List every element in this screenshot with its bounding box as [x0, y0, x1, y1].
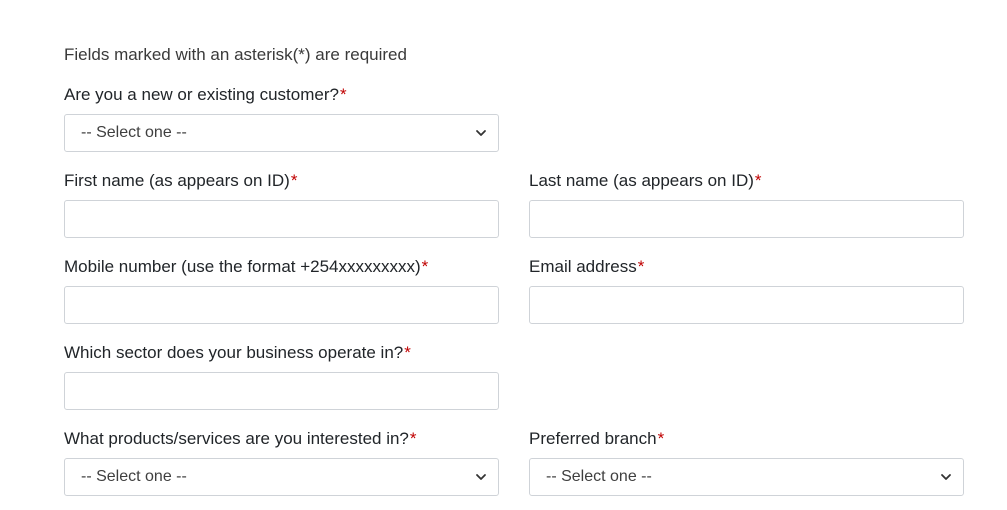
mobile-number-label: Mobile number (use the format +254xxxxxx…: [64, 256, 428, 278]
business-sector-input[interactable]: [64, 372, 499, 410]
email-label: Email address*: [529, 256, 644, 278]
email-label-text: Email address: [529, 257, 637, 276]
customer-type-label-text: Are you a new or existing customer?: [64, 85, 339, 104]
last-name-input[interactable]: [529, 200, 964, 238]
chevron-down-icon: [474, 126, 488, 140]
products-services-label: What products/services are you intereste…: [64, 428, 417, 450]
last-name-label: Last name (as appears on ID)*: [529, 170, 762, 192]
required-asterisk: *: [290, 171, 298, 190]
mobile-number-input[interactable]: [64, 286, 499, 324]
customer-type-label: Are you a new or existing customer?*: [64, 84, 347, 106]
customer-type-selected-value: -- Select one --: [81, 124, 187, 141]
mobile-number-label-text: Mobile number (use the format +254xxxxxx…: [64, 257, 421, 276]
customer-type-select[interactable]: -- Select one --: [64, 114, 499, 152]
email-input[interactable]: [529, 286, 964, 324]
chevron-down-icon: [474, 470, 488, 484]
required-asterisk: *: [657, 429, 665, 448]
first-name-label: First name (as appears on ID)*: [64, 170, 297, 192]
business-sector-label: Which sector does your business operate …: [64, 342, 411, 364]
required-asterisk: *: [421, 257, 429, 276]
required-asterisk: *: [754, 171, 762, 190]
required-asterisk: *: [404, 343, 411, 362]
products-services-selected-value: -- Select one --: [81, 468, 187, 485]
products-services-select[interactable]: -- Select one --: [64, 458, 499, 496]
products-services-label-text: What products/services are you intereste…: [64, 429, 409, 448]
chevron-down-icon: [939, 470, 953, 484]
required-asterisk: *: [339, 85, 347, 104]
required-asterisk: *: [637, 257, 645, 276]
required-asterisk: *: [409, 429, 417, 448]
required-fields-note: Fields marked with an asterisk(*) are re…: [64, 45, 407, 64]
first-name-label-text: First name (as appears on ID): [64, 171, 290, 190]
preferred-branch-selected-value: -- Select one --: [546, 468, 652, 485]
first-name-input[interactable]: [64, 200, 499, 238]
last-name-label-text: Last name (as appears on ID): [529, 171, 754, 190]
business-sector-label-text: Which sector does your business operate …: [64, 343, 404, 362]
preferred-branch-label: Preferred branch*: [529, 428, 664, 450]
preferred-branch-select[interactable]: -- Select one --: [529, 458, 964, 496]
preferred-branch-label-text: Preferred branch: [529, 429, 657, 448]
